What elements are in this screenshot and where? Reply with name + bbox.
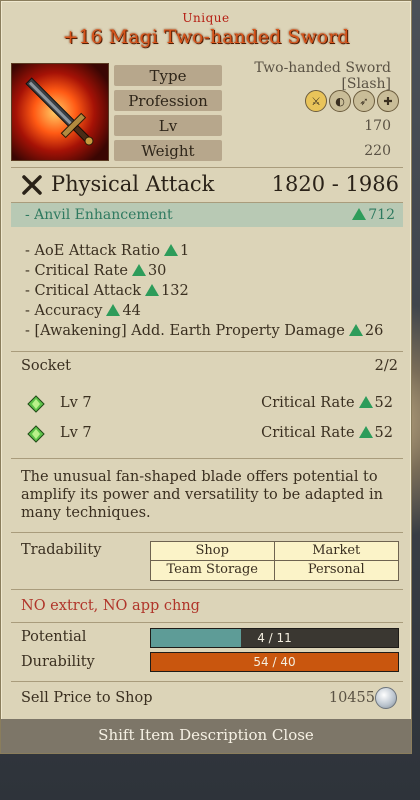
gem-stat-value: 52 [374, 425, 393, 441]
stat-label: - [Awakening] Add. Earth Property Damage [25, 323, 345, 339]
sell-price-label: Sell Price to Shop [21, 690, 153, 706]
stat-accuracy: - Accuracy 44 [25, 301, 383, 321]
stat-value: 132 [161, 283, 189, 299]
up-arrow-icon [164, 244, 179, 256]
anvil-enhancement-row: - Anvil Enhancement 712 [11, 203, 403, 227]
gem-stat: Critical Rate 52 [261, 395, 393, 411]
physical-attack-label: Physical Attack [51, 172, 215, 196]
trade-market: Market [274, 542, 398, 561]
weight-row: Weight 220 [114, 138, 403, 163]
stat-value: 1 [180, 243, 190, 259]
stat-value: 26 [364, 323, 384, 339]
profession-row: Profession ⚔ ◐ ➶ ✚ [114, 88, 403, 113]
type-row: Type Two-handed Sword [Slash] [114, 60, 403, 92]
rarity-label: Unique [182, 11, 230, 25]
stat-label: - AoE Attack Ratio [25, 243, 161, 259]
restriction-note: NO extrct, NO app chng [21, 598, 200, 614]
stat-value: 44 [122, 303, 141, 319]
trade-team-storage: Team Storage [151, 561, 275, 580]
lv-label: Lv [114, 115, 222, 136]
cross-class-icon: ✚ [377, 90, 399, 112]
gem-stat-value: 52 [374, 395, 393, 411]
stat-list: - AoE Attack Ratio 1 - Critical Rate 30 - … [25, 241, 383, 341]
sword-icon [25, 77, 94, 146]
profession-label: Profession [114, 90, 222, 111]
divider [11, 351, 403, 352]
durability-value: 54 / 40 [253, 655, 296, 669]
gem-stat-label: Critical Rate [261, 395, 355, 411]
lv-value: 170 [364, 117, 391, 134]
up-arrow-icon [358, 396, 373, 408]
socket-gem-row[interactable]: Lv 7 Critical Rate 52 [27, 423, 393, 445]
sell-price-value: 10455 [328, 690, 375, 706]
socket-header: Socket 2/2 [21, 358, 398, 374]
item-thumbnail [11, 63, 109, 161]
crossed-swords-icon [22, 175, 42, 195]
item-title: Unique +16 Magi Two-handed Sword [1, 1, 411, 59]
stat-value: 30 [147, 263, 167, 279]
sword-class-icon: ⚔ [305, 90, 327, 112]
stat-label: - Critical Attack [25, 283, 142, 299]
durability-bar: 54 / 40 [150, 652, 399, 672]
tradability-label: Tradability [21, 542, 102, 558]
item-description: The unusual fan-shaped blade offers pote… [21, 469, 383, 521]
gem-level: Lv 7 [60, 425, 92, 441]
socket-gem-row[interactable]: Lv 7 Critical Rate 52 [27, 393, 393, 415]
item-properties: Type Two-handed Sword [Slash] Profession… [114, 60, 403, 163]
stat-aoe-attack-ratio: - AoE Attack Ratio 1 [25, 241, 383, 261]
physical-attack-value: 1820 - 1986 [271, 172, 399, 196]
trade-shop: Shop [151, 542, 275, 561]
anvil-enhancement-label: - Anvil Enhancement [25, 207, 173, 223]
anvil-enhancement-value: 712 [348, 207, 395, 223]
item-tooltip: Unique +16 Magi Two-handed Sword Type Tw… [0, 0, 412, 754]
gem-level: Lv 7 [60, 395, 92, 411]
potential-label: Potential [21, 629, 87, 645]
up-arrow-icon [348, 324, 363, 336]
potential-bar: 4 / 11 [150, 628, 399, 648]
up-arrow-icon [145, 284, 160, 296]
anvil-value-text: 712 [368, 207, 395, 223]
trade-personal: Personal [307, 562, 365, 577]
socket-label: Socket [21, 358, 71, 374]
divider [11, 589, 403, 590]
stat-label: - Critical Rate [25, 263, 128, 279]
up-arrow-icon [106, 304, 121, 316]
lv-row: Lv 170 [114, 113, 403, 138]
silver-coin-icon [375, 687, 397, 709]
type-label: Type [114, 65, 222, 86]
stat-critical-attack: - Critical Attack 132 [25, 281, 383, 301]
divider [11, 681, 403, 682]
gem-stat: Critical Rate 52 [261, 425, 393, 441]
socket-count: 2/2 [374, 358, 398, 374]
stat-earth-property-damage: - [Awakening] Add. Earth Property Damage… [25, 321, 383, 341]
shield-class-icon: ◐ [329, 90, 351, 112]
durability-label: Durability [21, 654, 95, 670]
weight-label: Weight [114, 140, 222, 161]
item-header: Type Two-handed Sword [Slash] Profession… [11, 60, 403, 163]
divider [11, 532, 403, 533]
up-arrow-icon [131, 264, 146, 276]
profession-icons: ⚔ ◐ ➶ ✚ [305, 90, 399, 112]
divider [11, 458, 403, 459]
gem-icon [27, 425, 45, 443]
physical-attack-row: Physical Attack 1820 - 1986 [11, 167, 403, 203]
type-value: Two-handed Sword [Slash] [254, 59, 391, 92]
bow-class-icon: ➶ [353, 90, 375, 112]
stat-critical-rate: - Critical Rate 30 [25, 261, 383, 281]
up-arrow-icon [358, 426, 373, 438]
potential-value: 4 / 11 [257, 631, 292, 645]
divider [11, 622, 403, 623]
up-arrow-icon [352, 208, 367, 220]
gem-stat-label: Critical Rate [261, 425, 355, 441]
gem-icon [27, 395, 45, 413]
weight-value: 220 [364, 142, 391, 159]
tradability-table: Shop Market Team Storage Personal [150, 541, 399, 581]
stat-label: - Accuracy [25, 303, 103, 319]
item-name: +16 Magi Two-handed Sword [62, 26, 350, 48]
close-description-hint[interactable]: Shift Item Description Close [1, 719, 411, 753]
